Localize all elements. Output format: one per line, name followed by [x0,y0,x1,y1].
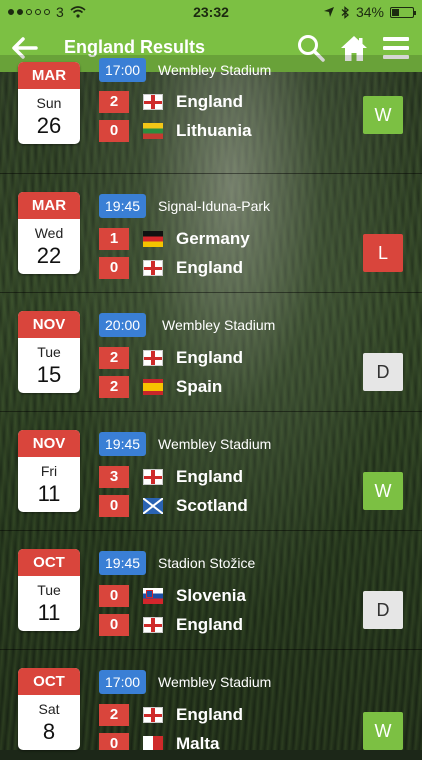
venue: Wembley Stadium [158,674,272,690]
kickoff-time: 20:00 [99,313,147,337]
bluetooth-icon [341,5,349,19]
date-day: 22 [36,243,62,268]
home-score: 2 [99,91,129,113]
date-weekday: Tue [37,344,61,360]
date-weekday: Sat [38,701,60,717]
away-team: Lithuania [176,121,252,140]
battery-icon [390,6,416,18]
date-day: 11 [37,481,61,506]
date-card: MAR Wed 22 [18,192,80,274]
location-arrow-icon [323,7,334,17]
date-day: 11 [37,600,61,625]
away-score: 2 [99,376,129,398]
result-badge: W [363,96,403,134]
england-flag-icon [143,469,163,485]
date-day: 8 [42,719,56,744]
date-weekday: Fri [40,463,58,479]
result-badge: L [363,234,403,272]
date-card: NOV Tue 15 [18,311,80,393]
result-badge: W [363,712,403,750]
away-team: Malta [176,734,220,753]
venue: Wembley Stadium [158,436,272,452]
slovenia-flag-icon [143,588,163,604]
venue: Wembley Stadium [162,317,276,333]
date-card: MAR Sun 26 [18,62,80,144]
date-month: NOV [18,430,80,457]
date-month: MAR [18,62,80,89]
home-team: Slovenia [176,586,246,605]
england-flag-icon [143,617,163,633]
away-score: 0 [99,495,129,517]
venue: Stadion Stožice [158,555,256,571]
result-badge: D [363,353,403,391]
home-score: 2 [99,704,129,726]
away-team: England [176,615,244,634]
away-team: England [176,258,244,277]
date-day: 15 [36,362,62,387]
match-row[interactable]: NOV Fri 11 19:45 Wembley Stadium 3 Engla… [0,412,422,531]
date-weekday: Wed [34,225,64,241]
home-team: England [176,705,244,724]
kickoff-time: 17:00 [99,58,147,82]
kickoff-time: 19:45 [99,194,147,218]
england-flag-icon [143,94,163,110]
away-team: Scotland [176,496,248,515]
date-weekday: Tue [37,582,61,598]
away-team: Spain [176,377,223,396]
kickoff-time: 19:45 [99,432,147,456]
home-score: 0 [99,585,129,607]
kickoff-time: 19:45 [99,551,147,575]
status-bar: 3 23:32 34% [0,0,422,24]
status-right: 34% [323,4,416,20]
battery-percent: 34% [355,4,384,20]
date-month: OCT [18,668,80,695]
match-row[interactable]: OCT Sat 8 17:00 Wembley Stadium 2 Englan… [0,650,422,760]
date-month: OCT [18,549,80,576]
date-card: OCT Tue 11 [18,549,80,631]
away-score: 0 [99,120,129,142]
date-month: NOV [18,311,80,338]
home-team: Germany [176,229,250,248]
away-score: 0 [99,733,129,752]
kickoff-time: 17:00 [99,670,147,694]
match-row[interactable]: OCT Tue 11 19:45 Stadion Stožice 0 Slove… [0,531,422,650]
venue: Signal-Iduna-Park [158,198,271,214]
match-row[interactable]: MAR Wed 22 19:45 Signal-Iduna-Park 1 Ger… [0,174,422,293]
date-day: 26 [36,113,62,138]
spain-flag-icon [143,379,163,395]
home-score: 2 [99,347,129,369]
scotland-flag-icon [143,498,163,514]
england-flag-icon [143,707,163,723]
home-score: 1 [99,228,129,250]
date-month: MAR [18,192,80,219]
malta-flag-icon [143,736,163,750]
home-team: England [176,348,244,367]
match-row[interactable]: NOV Tue 15 20:00 Wembley Stadium 2 Engla… [0,293,422,412]
lithuania-flag-icon [143,123,163,139]
match-row[interactable]: MAR Sun 26 17:00 Wembley Stadium 2 Engla… [0,55,422,174]
home-team: England [176,92,244,111]
venue: Wembley Stadium [158,62,272,78]
england-flag-icon [143,260,163,276]
away-score: 0 [99,614,129,636]
result-badge: D [363,591,403,629]
home-team: England [176,467,244,486]
germany-flag-icon [143,231,163,247]
date-card: NOV Fri 11 [18,430,80,512]
date-weekday: Sun [36,95,62,111]
home-score: 3 [99,466,129,488]
result-badge: W [363,472,403,510]
date-card: OCT Sat 8 [18,668,80,750]
england-flag-icon [143,350,163,366]
battery-fill [392,8,399,16]
away-score: 0 [99,257,129,279]
